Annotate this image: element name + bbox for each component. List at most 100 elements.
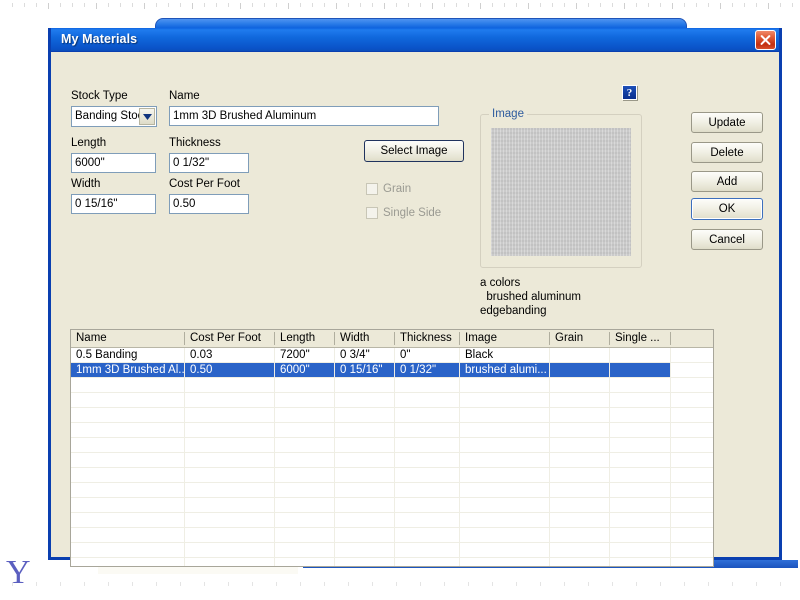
grid-column-divider[interactable] [670, 332, 671, 345]
table-cell[interactable] [335, 558, 395, 566]
table-cell[interactable] [185, 378, 275, 392]
table-cell[interactable]: 0.5 Banding [71, 348, 185, 362]
table-cell[interactable] [71, 408, 185, 422]
material-image-preview[interactable] [491, 128, 631, 256]
table-cell[interactable] [550, 528, 610, 542]
grid-column-divider[interactable] [609, 332, 610, 345]
table-cell[interactable] [185, 558, 275, 566]
table-cell[interactable] [460, 378, 550, 392]
table-cell[interactable]: 0 1/32" [395, 363, 460, 377]
table-cell[interactable] [185, 528, 275, 542]
table-cell[interactable] [185, 498, 275, 512]
table-cell[interactable] [610, 423, 670, 437]
close-icon[interactable] [755, 30, 776, 50]
table-cell[interactable] [275, 543, 335, 557]
table-cell[interactable]: 0 3/4" [335, 348, 395, 362]
cost-per-foot-input[interactable]: 0.50 [169, 194, 249, 214]
table-cell[interactable] [335, 468, 395, 482]
table-cell[interactable] [550, 468, 610, 482]
table-cell[interactable] [395, 453, 460, 467]
table-cell[interactable] [610, 408, 670, 422]
table-cell[interactable] [71, 468, 185, 482]
table-cell[interactable] [610, 513, 670, 527]
table-cell[interactable] [71, 483, 185, 497]
table-cell[interactable] [460, 393, 550, 407]
table-cell[interactable] [550, 408, 610, 422]
table-cell[interactable] [460, 558, 550, 566]
table-cell[interactable] [71, 513, 185, 527]
table-row[interactable] [71, 468, 713, 483]
table-cell[interactable] [610, 393, 670, 407]
table-cell[interactable] [275, 438, 335, 452]
table-cell[interactable] [610, 348, 670, 362]
grid-column-header[interactable]: Thickness [395, 330, 460, 347]
table-cell[interactable] [335, 423, 395, 437]
table-cell[interactable] [335, 513, 395, 527]
table-cell[interactable]: Black [460, 348, 550, 362]
grid-column-header[interactable]: Width [335, 330, 395, 347]
grid-column-header[interactable]: Grain [550, 330, 610, 347]
table-row[interactable] [71, 528, 713, 543]
table-row[interactable] [71, 453, 713, 468]
table-cell[interactable]: 0 15/16" [335, 363, 395, 377]
help-icon[interactable]: ? [622, 85, 637, 100]
table-cell[interactable]: 7200" [275, 348, 335, 362]
table-cell[interactable] [71, 453, 185, 467]
table-cell[interactable] [610, 468, 670, 482]
table-cell[interactable] [335, 483, 395, 497]
grid-column-divider[interactable] [549, 332, 550, 345]
grid-column-divider[interactable] [274, 332, 275, 345]
table-cell[interactable] [71, 438, 185, 452]
table-row[interactable] [71, 558, 713, 566]
table-cell[interactable] [550, 423, 610, 437]
ok-button[interactable]: OK [691, 198, 763, 220]
table-cell[interactable] [71, 378, 185, 392]
table-cell[interactable] [335, 543, 395, 557]
table-cell[interactable] [460, 408, 550, 422]
table-cell[interactable] [550, 363, 610, 377]
table-cell[interactable] [550, 558, 610, 566]
table-cell[interactable] [71, 498, 185, 512]
table-cell[interactable] [550, 348, 610, 362]
table-cell[interactable] [185, 408, 275, 422]
table-cell[interactable] [550, 378, 610, 392]
table-cell[interactable] [550, 483, 610, 497]
table-cell[interactable] [185, 393, 275, 407]
table-row[interactable] [71, 423, 713, 438]
table-cell[interactable] [275, 378, 335, 392]
table-cell[interactable] [610, 438, 670, 452]
table-cell[interactable] [71, 543, 185, 557]
table-cell[interactable] [185, 483, 275, 497]
thickness-input[interactable]: 0 1/32" [169, 153, 249, 173]
delete-button[interactable]: Delete [691, 142, 763, 163]
table-cell[interactable] [275, 558, 335, 566]
table-cell[interactable] [335, 528, 395, 542]
table-cell[interactable]: 6000" [275, 363, 335, 377]
table-cell[interactable] [460, 543, 550, 557]
table-cell[interactable] [275, 393, 335, 407]
table-cell[interactable] [71, 558, 185, 566]
table-cell[interactable] [275, 483, 335, 497]
table-cell[interactable] [550, 393, 610, 407]
name-input[interactable]: 1mm 3D Brushed Aluminum [169, 106, 439, 126]
table-cell[interactable] [395, 513, 460, 527]
table-cell[interactable] [335, 438, 395, 452]
width-input[interactable]: 0 15/16" [71, 194, 156, 214]
grid-column-divider[interactable] [459, 332, 460, 345]
materials-grid[interactable]: Name Cost Per Foot Length Width Thickness Ima… [70, 329, 714, 567]
table-cell[interactable] [610, 363, 670, 377]
grid-column-header[interactable]: Image [460, 330, 550, 347]
table-cell[interactable] [610, 483, 670, 497]
table-cell[interactable]: 0.03 [185, 348, 275, 362]
table-cell[interactable] [185, 468, 275, 482]
table-cell[interactable] [460, 423, 550, 437]
table-cell[interactable] [610, 498, 670, 512]
table-cell[interactable] [610, 378, 670, 392]
table-row[interactable]: 0.5 Banding 0.03 7200" 0 3/4" 0" Black [71, 348, 713, 363]
table-cell[interactable] [71, 528, 185, 542]
table-cell[interactable] [395, 438, 460, 452]
table-cell[interactable] [335, 408, 395, 422]
grid-column-header[interactable]: Single ... [610, 330, 670, 347]
table-cell[interactable] [275, 498, 335, 512]
table-cell[interactable] [185, 513, 275, 527]
